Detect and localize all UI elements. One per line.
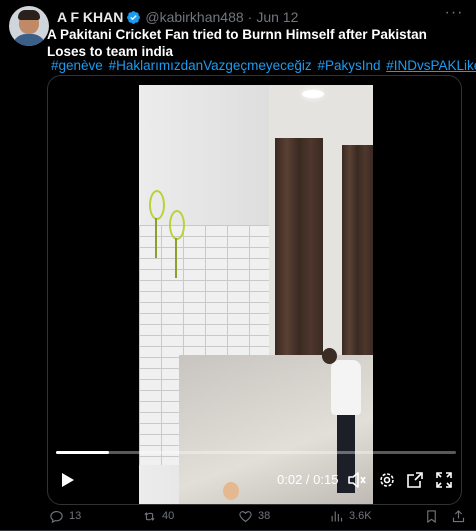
video-player[interactable]: 0:02 / 0:15	[47, 75, 462, 505]
tweet-text: A Pakitani Cricket Fan tried to Burnn Hi…	[47, 27, 427, 59]
reply-icon	[50, 510, 63, 523]
like-icon	[239, 510, 252, 522]
play-icon[interactable]	[56, 468, 80, 492]
bookmark-button[interactable]	[424, 507, 439, 525]
like-count: 38	[258, 510, 271, 522]
tweet[interactable]: A F KHAN @kabirkhan488 · Jun 12 ··· A Pa…	[0, 0, 476, 531]
volume-icon[interactable]	[346, 468, 368, 492]
bookmark-icon	[427, 509, 436, 523]
video-controls: 0:02 / 0:15	[48, 468, 461, 494]
avatar[interactable]	[9, 6, 49, 46]
repost-count: 40	[162, 510, 175, 522]
tweet-date[interactable]: Jun 12	[256, 9, 298, 25]
settings-icon[interactable]	[376, 468, 398, 492]
header-separator: ·	[247, 9, 253, 25]
views-icon	[331, 511, 343, 521]
author-handle[interactable]: @kabirkhan488	[145, 9, 243, 25]
video-frame[interactable]	[139, 85, 373, 504]
video-time: 0:02 / 0:15	[277, 472, 339, 487]
share-button[interactable]	[451, 507, 466, 525]
reply-button[interactable]: 13	[49, 507, 81, 525]
tweet-actions: 13 40 38 3.6K	[0, 507, 476, 525]
tweet-header: A F KHAN @kabirkhan488 · Jun 12	[57, 9, 298, 25]
video-progress-bar[interactable]	[56, 451, 456, 454]
views-count: 3.6K	[349, 510, 372, 522]
pip-icon[interactable]	[404, 468, 426, 492]
hashtag-link[interactable]: #INDvsPAKLike	[386, 58, 476, 73]
hashtag-link[interactable]: #genève	[51, 58, 103, 73]
views-button[interactable]: 3.6K	[329, 507, 372, 525]
video-progress-fill	[56, 451, 110, 454]
share-icon	[452, 509, 465, 522]
fullscreen-icon[interactable]	[433, 468, 455, 492]
reply-count: 13	[69, 510, 82, 522]
like-button[interactable]: 38	[238, 507, 270, 525]
hashtag-link[interactable]: #HaklarımızdanVazgeçmeyeceğiz	[109, 58, 312, 73]
hashtag-link[interactable]: #PakysInd	[317, 58, 380, 73]
author-name[interactable]: A F KHAN	[57, 9, 123, 25]
hashtag-list: #genève #HaklarımızdanVazgeçmeyeceğiz #P…	[51, 58, 476, 74]
repost-button[interactable]: 40	[142, 507, 174, 525]
more-icon[interactable]: ···	[444, 5, 464, 23]
verified-badge-icon	[127, 10, 141, 24]
repost-icon	[144, 511, 155, 521]
